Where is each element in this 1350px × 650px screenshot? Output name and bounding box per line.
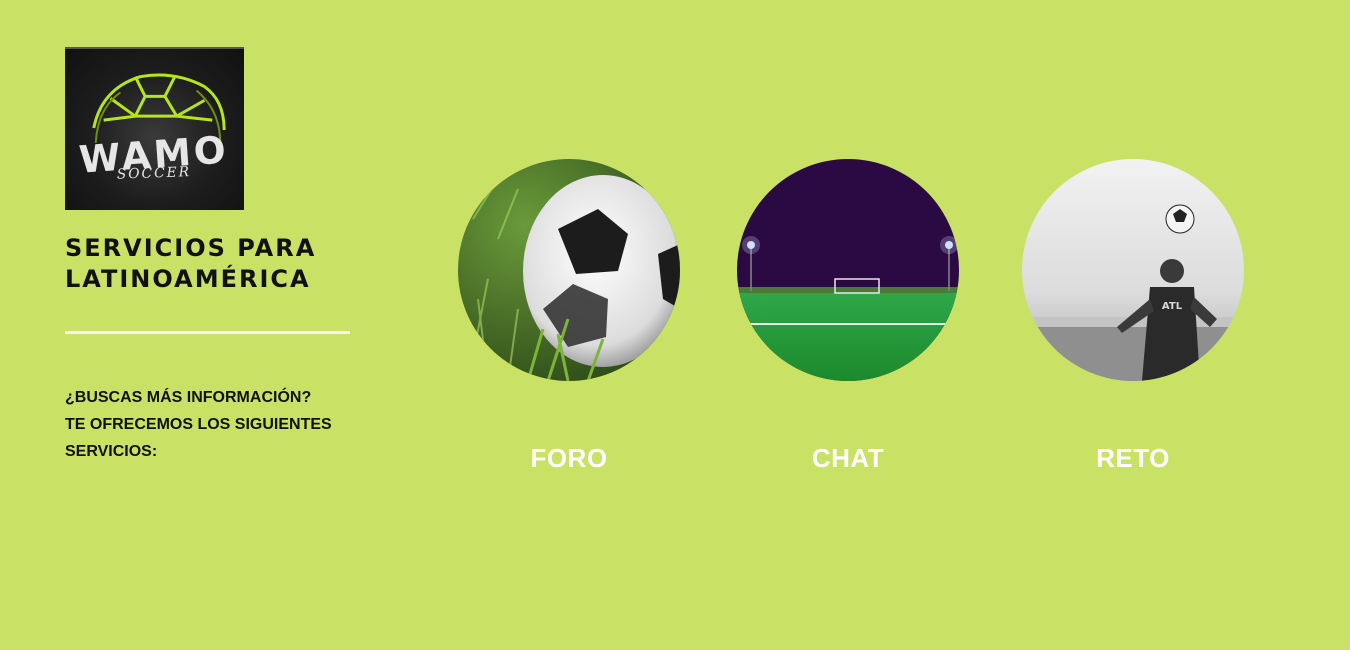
intro-text: ¿BUSCAS MÁS INFORMACIÓN? TE OFRECEMOS LO… <box>65 384 355 465</box>
soccer-ball-logo-icon: WAMO SOCCER <box>78 73 230 183</box>
page-title: SERVICIOS PARA LATINOAMÉRICA <box>65 233 365 295</box>
service-reto[interactable]: ATL RETO <box>1022 159 1244 474</box>
intro-line-3: SERVICIOS: <box>65 443 158 460</box>
service-reto-image[interactable]: ATL <box>1022 159 1244 381</box>
service-chat-image[interactable] <box>737 159 959 381</box>
intro-line-2: TE OFRECEMOS LOS SIGUIENTES <box>65 416 332 433</box>
service-chat[interactable]: CHAT <box>737 159 959 474</box>
page: WAMO SOCCER SERVICIOS PARA LATINOAMÉRICA… <box>0 0 1350 650</box>
soccer-ball-on-grass-image <box>458 159 680 381</box>
wamo-soccer-logo[interactable]: WAMO SOCCER <box>65 47 244 210</box>
service-foro[interactable]: FORO <box>458 159 680 474</box>
divider <box>65 331 350 334</box>
service-reto-label[interactable]: RETO <box>1096 443 1170 474</box>
service-chat-label[interactable]: CHAT <box>812 443 884 474</box>
page-title-line-2: LATINOAMÉRICA <box>65 265 311 293</box>
logo-subword: SOCCER <box>117 164 192 183</box>
intro-line-1: ¿BUSCAS MÁS INFORMACIÓN? <box>65 389 312 406</box>
stadium-field-night-image <box>737 159 959 381</box>
svg-text:ATL: ATL <box>1162 301 1183 312</box>
service-foro-image[interactable] <box>458 159 680 381</box>
service-foro-label[interactable]: FORO <box>530 443 607 474</box>
page-title-line-1: SERVICIOS PARA <box>65 234 317 262</box>
player-heading-ball-image: ATL <box>1022 159 1244 381</box>
